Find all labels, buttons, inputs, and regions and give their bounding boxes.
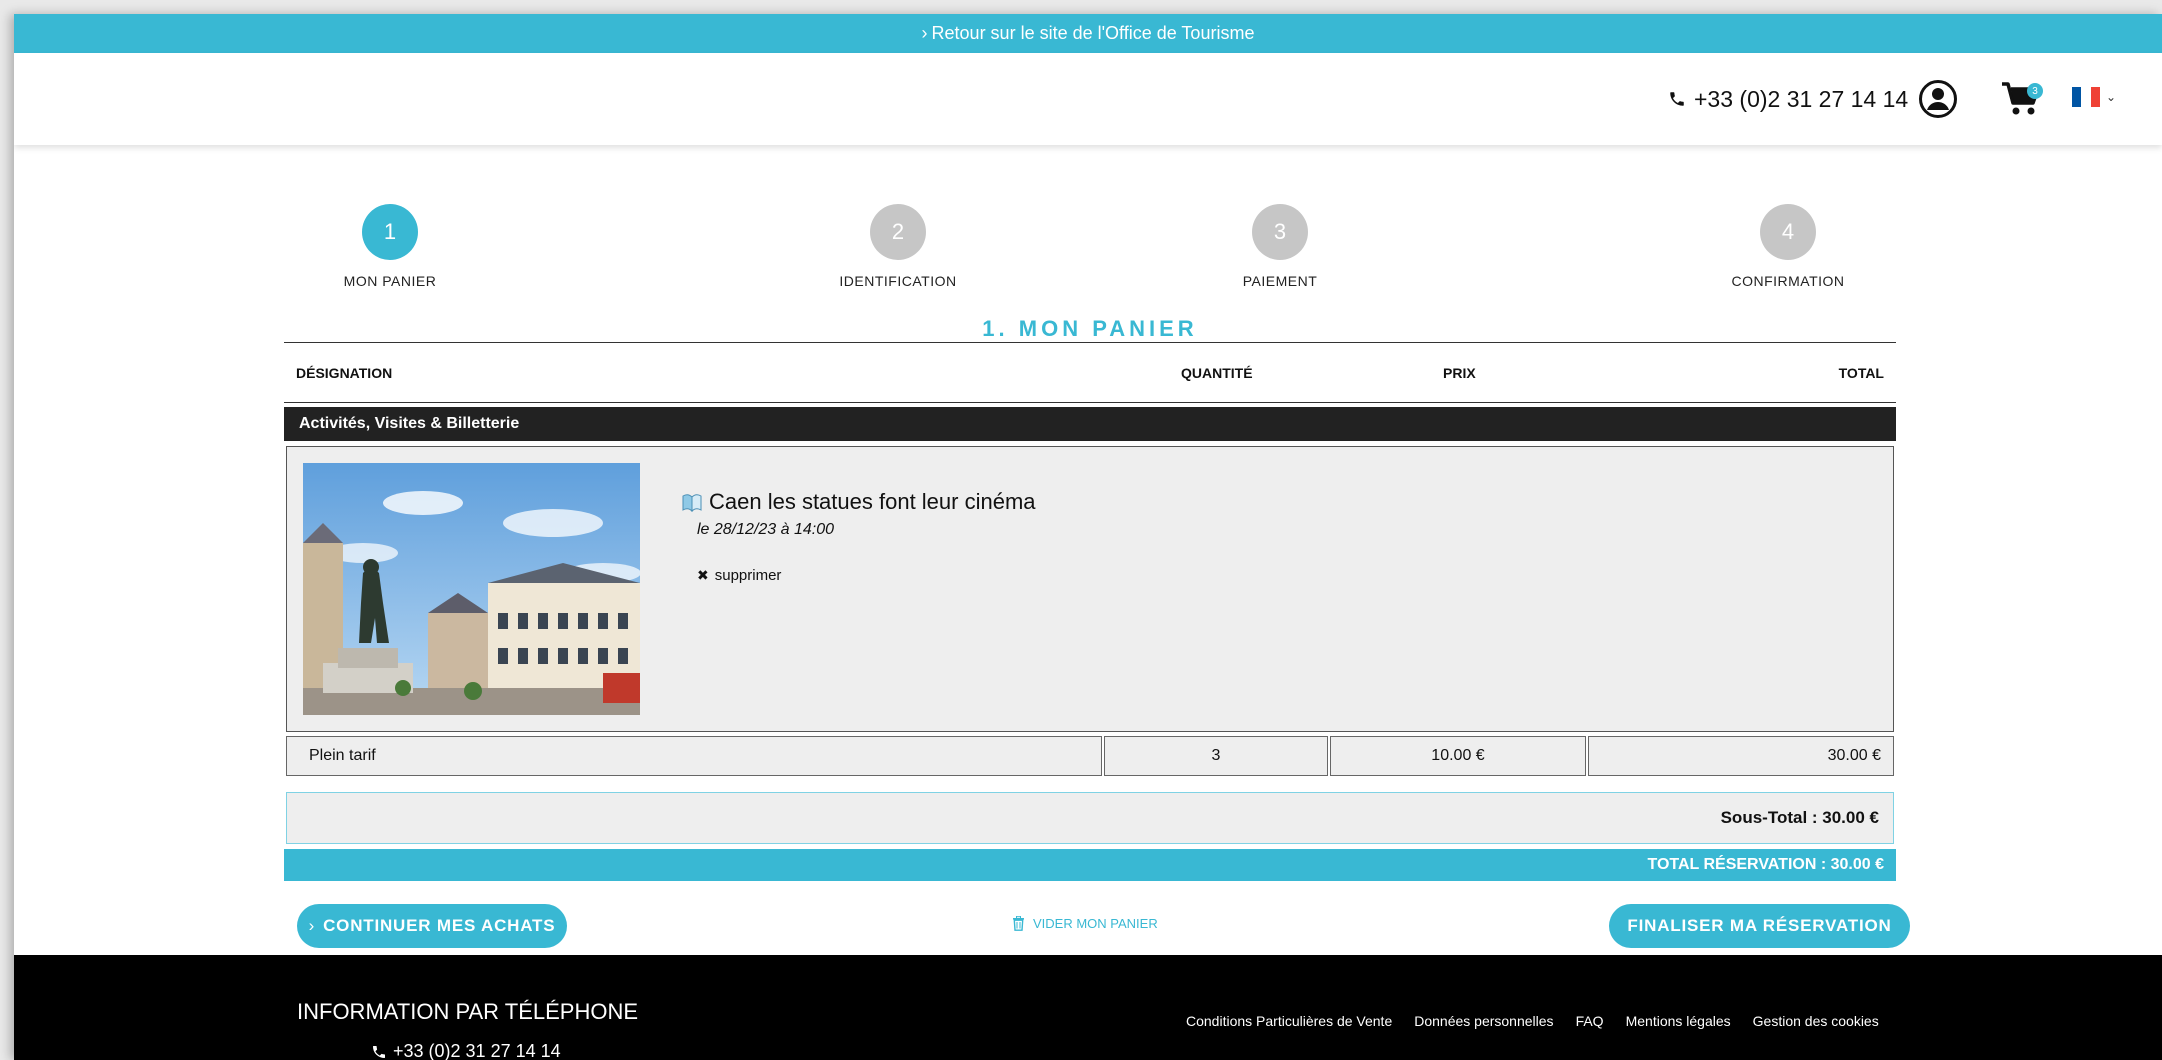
quantity-cell: 3 [1104,736,1328,776]
back-link-label: Retour sur le site de l'Office de Touris… [931,23,1255,43]
cart-table-header: DÉSIGNATION QUANTITÉ PRIX TOTAL [284,342,1896,403]
footer-link-cookies[interactable]: Gestion des cookies [1753,1013,1879,1029]
phone-icon [373,1045,385,1058]
item-title-text: Caen les statues font leur cinéma [709,489,1036,514]
chevron-right-icon: › [921,23,928,43]
step-number: 4 [1760,204,1816,260]
step-mon-panier: 1 MON PANIER [290,204,490,289]
footer-link-cgv[interactable]: Conditions Particulières de Vente [1186,1013,1392,1029]
header-phone[interactable]: +33 (0)2 31 27 14 14 [1668,53,1908,145]
footer-link-faq[interactable]: FAQ [1576,1013,1604,1029]
step-label: IDENTIFICATION [839,273,957,289]
item-photo [303,463,640,715]
header-total: TOTAL [1838,365,1884,381]
section-title: 1. MON PANIER [982,316,1198,341]
book-icon [682,494,702,512]
site-footer: INFORMATION PAR TÉLÉPHONE +33 (0)2 31 27… [14,955,2162,1060]
header-price: PRIX [1443,365,1476,381]
step-number: 3 [1252,204,1308,260]
finalize-reservation-button[interactable]: FINALISER MA RÉSERVATION [1609,904,1910,948]
step-confirmation: 4 CONFIRMATION [1688,204,1888,289]
close-icon: ✖ [697,567,709,583]
footer-title: INFORMATION PAR TÉLÉPHONE [297,999,639,1024]
cart-count-badge: 3 [2027,83,2043,99]
site-header: +33 (0)2 31 27 14 14 3 ⌄ [14,53,2162,145]
tarif-cell: Plein tarif [286,736,1102,776]
footer-link-legal[interactable]: Mentions légales [1626,1013,1731,1029]
phone-icon [1670,92,1684,106]
trash-icon [1013,916,1024,931]
subtotal: Sous-Total : 30.00 € [286,792,1894,844]
item-date: le 28/12/23 à 14:00 [697,521,835,538]
step-number: 1 [362,204,418,260]
step-label: CONFIRMATION [1731,273,1845,289]
chevron-down-icon: ⌄ [2106,90,2117,104]
user-account-icon[interactable] [1918,79,1958,119]
footer-link-privacy[interactable]: Données personnelles [1414,1013,1553,1029]
language-selector[interactable]: ⌄ [2072,87,2116,107]
header-quantity: QUANTITÉ [1181,365,1253,381]
step-number: 2 [870,204,926,260]
item-title[interactable]: Caen les statues font leur cinéma [681,489,1036,515]
cart-item: Caen les statues font leur cinéma le 28/… [286,446,1894,732]
chevron-right-icon: › [308,916,316,935]
delete-item-button[interactable]: ✖ supprimer [697,567,781,584]
footer-phone-number: +33 (0)2 31 27 14 14 [393,1041,561,1060]
french-flag-icon [2072,87,2100,107]
footer-phone[interactable]: +33 (0)2 31 27 14 14 [371,1041,561,1060]
step-paiement: 3 PAIEMENT [1180,204,1380,289]
price-cell: 10.00 € [1330,736,1586,776]
browser-window: › Retour sur le site de l'Office de Tour… [14,14,2162,1060]
continue-shopping-button[interactable]: › CONTINUER MES ACHATS [297,904,567,948]
step-label: MON PANIER [343,273,437,289]
total-reservation: TOTAL RÉSERVATION : 30.00 € [284,849,1896,881]
category-bar: Activités, Visites & Billetterie [284,407,1896,441]
row-total-cell: 30.00 € [1588,736,1894,776]
footer-links: Conditions Particulières de Vente Donnée… [1186,1013,1879,1029]
empty-cart-button[interactable]: VIDER MON PANIER [1012,916,1158,931]
step-identification: 2 IDENTIFICATION [798,204,998,289]
header-phone-number: +33 (0)2 31 27 14 14 [1694,85,1909,112]
empty-cart-label: VIDER MON PANIER [1033,916,1158,931]
continue-shopping-label: CONTINUER MES ACHATS [323,916,556,935]
delete-item-label: supprimer [714,567,782,584]
header-designation: DÉSIGNATION [296,365,393,381]
step-label: PAIEMENT [1242,273,1318,289]
back-to-tourism-site-link[interactable]: › Retour sur le site de l'Office de Tour… [14,14,2162,53]
